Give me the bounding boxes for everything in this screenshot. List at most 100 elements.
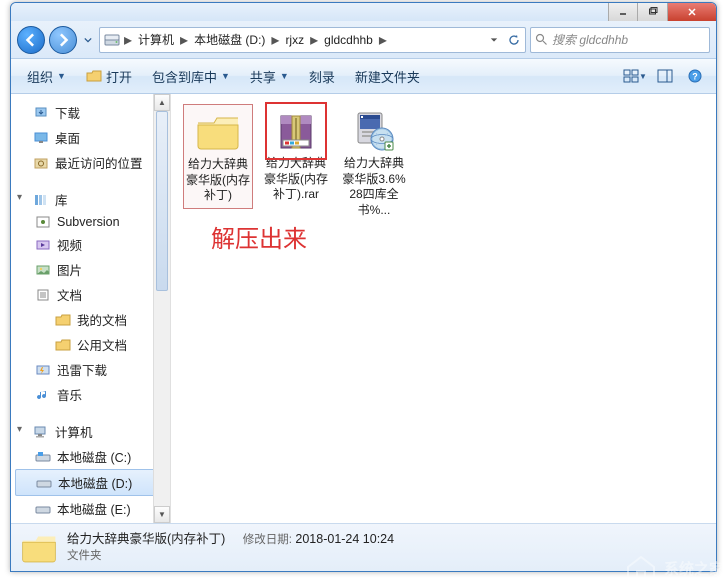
sidebar-label: 本地磁盘 (E:) bbox=[57, 499, 131, 518]
sidebar-label: 最近访问的位置 bbox=[55, 153, 143, 172]
minimize-button[interactable] bbox=[608, 3, 638, 21]
burn-button[interactable]: 刻录 bbox=[301, 63, 343, 90]
sidebar-scrollbar[interactable]: ▲ ▼ bbox=[153, 94, 170, 523]
breadcrumb-arrow[interactable]: ▸ bbox=[122, 30, 134, 50]
open-icon bbox=[86, 69, 102, 83]
desktop-icon bbox=[33, 131, 49, 145]
sidebar-item-downloads[interactable]: 下载 bbox=[11, 100, 170, 125]
view-button[interactable]: ▼ bbox=[622, 65, 648, 87]
status-text: 给力大辞典豪华版(内存补丁) 修改日期: 2018-01-24 10:24 文件… bbox=[67, 531, 394, 565]
scroll-up-icon[interactable]: ▲ bbox=[154, 94, 170, 111]
breadcrumb-seg-drive[interactable]: 本地磁盘 (D:) bbox=[190, 28, 269, 52]
sidebar-item-publicdocs[interactable]: 公用文档 bbox=[11, 332, 170, 357]
sidebar: 下载 桌面 最近访问的位置 ▾ 库 Subversion 视频 bbox=[11, 94, 171, 523]
explorer-window: ▸ 计算机 ▸ 本地磁盘 (D:) ▸ rjxz ▸ gldcdhhb ▸ 搜索… bbox=[10, 2, 717, 572]
maximize-button[interactable] bbox=[638, 3, 668, 21]
drive-icon bbox=[35, 502, 51, 516]
file-item-rar[interactable]: 给力大辞典豪华版(内存补丁).rar bbox=[261, 104, 331, 207]
docs-icon bbox=[35, 288, 51, 302]
sidebar-item-music[interactable]: 音乐 bbox=[11, 382, 170, 407]
include-button[interactable]: 包含到库中▼ bbox=[144, 63, 238, 90]
watermark-text: 系统之家 bbox=[664, 558, 724, 579]
breadcrumb-seg-folder1[interactable]: rjxz bbox=[281, 28, 308, 52]
status-type: 文件夹 bbox=[67, 548, 394, 564]
folder-icon bbox=[193, 109, 243, 155]
file-label: 给力大辞典豪华版(内存补丁).rar bbox=[263, 156, 329, 203]
chevron-down-icon: ▼ bbox=[221, 71, 230, 81]
preview-pane-button[interactable] bbox=[652, 65, 678, 87]
status-folder-icon bbox=[21, 530, 57, 566]
sidebar-label: 我的文档 bbox=[77, 310, 127, 329]
file-item-folder[interactable]: 给力大辞典豪华版(内存补丁) bbox=[183, 104, 253, 209]
sidebar-label: 下载 bbox=[55, 103, 80, 122]
breadcrumb-seg-computer[interactable]: 计算机 bbox=[134, 28, 178, 52]
libraries-icon bbox=[33, 193, 49, 207]
sidebar-computer[interactable]: 计算机 bbox=[11, 419, 170, 444]
download-icon bbox=[33, 106, 49, 120]
sidebar-label: 迅雷下载 bbox=[57, 360, 107, 379]
search-icon bbox=[535, 33, 548, 46]
rar-icon bbox=[271, 108, 321, 154]
annotation-text: 解压出来 bbox=[211, 219, 307, 254]
sidebar-item-desktop[interactable]: 桌面 bbox=[11, 125, 170, 150]
back-button[interactable] bbox=[17, 26, 45, 54]
breadcrumb-arrow[interactable]: ▸ bbox=[377, 30, 389, 50]
chevron-down-icon: ▼ bbox=[280, 71, 289, 81]
sidebar-item-thunder[interactable]: 迅雷下载 bbox=[11, 357, 170, 382]
svg-text:?: ? bbox=[692, 72, 698, 82]
expand-icon[interactable]: ▾ bbox=[17, 192, 22, 203]
main-area: 下载 桌面 最近访问的位置 ▾ 库 Subversion 视频 bbox=[11, 94, 716, 523]
breadcrumb-arrow[interactable]: ▸ bbox=[178, 30, 190, 50]
sidebar-label: 音乐 bbox=[57, 385, 82, 404]
address-row: ▸ 计算机 ▸ 本地磁盘 (D:) ▸ rjxz ▸ gldcdhhb ▸ 搜索… bbox=[11, 21, 716, 59]
svn-icon bbox=[35, 215, 51, 229]
breadcrumb-bar[interactable]: ▸ 计算机 ▸ 本地磁盘 (D:) ▸ rjxz ▸ gldcdhhb ▸ bbox=[99, 27, 526, 53]
watermark: 系统之家 bbox=[624, 553, 724, 583]
nav-history-dropdown[interactable] bbox=[81, 27, 95, 53]
help-button[interactable]: ? bbox=[682, 65, 708, 87]
sidebar-label: Subversion bbox=[57, 215, 120, 229]
sidebar-libraries[interactable]: 库 bbox=[11, 187, 170, 212]
sidebar-drive-e[interactable]: 本地磁盘 (E:) bbox=[11, 496, 170, 521]
thunder-icon bbox=[35, 363, 51, 377]
breadcrumb-tools bbox=[485, 34, 523, 46]
installer-icon bbox=[349, 108, 399, 154]
newfolder-button[interactable]: 新建文件夹 bbox=[347, 63, 428, 90]
folder-icon bbox=[55, 338, 71, 352]
breadcrumb-arrow[interactable]: ▸ bbox=[308, 30, 320, 50]
breadcrumb-arrow[interactable]: ▸ bbox=[269, 30, 281, 50]
breadcrumb-seg-folder2[interactable]: gldcdhhb bbox=[320, 28, 377, 52]
sidebar-item-videos[interactable]: 视频 bbox=[11, 232, 170, 257]
status-bar: 给力大辞典豪华版(内存补丁) 修改日期: 2018-01-24 10:24 文件… bbox=[11, 523, 716, 571]
breadcrumb-dropdown-icon[interactable] bbox=[485, 36, 503, 44]
sidebar-item-subversion[interactable]: Subversion bbox=[11, 212, 170, 232]
sidebar-drive-d[interactable]: 本地磁盘 (D:) bbox=[15, 469, 166, 496]
pictures-icon bbox=[35, 263, 51, 277]
recent-icon bbox=[33, 156, 49, 170]
scroll-down-icon[interactable]: ▼ bbox=[154, 506, 170, 523]
file-label: 给力大辞典豪华版(内存补丁) bbox=[186, 157, 250, 204]
search-box[interactable]: 搜索 gldcdhhb bbox=[530, 27, 710, 53]
forward-button[interactable] bbox=[49, 26, 77, 54]
sidebar-item-pictures[interactable]: 图片 bbox=[11, 257, 170, 282]
expand-icon[interactable]: ▾ bbox=[17, 424, 22, 435]
sidebar-item-mydocs[interactable]: 我的文档 bbox=[11, 307, 170, 332]
sidebar-label: 桌面 bbox=[55, 128, 80, 147]
music-icon bbox=[35, 388, 51, 402]
drive-icon bbox=[35, 450, 51, 464]
sidebar-drive-c[interactable]: 本地磁盘 (C:) bbox=[11, 444, 170, 469]
content-pane[interactable]: 给力大辞典豪华版(内存补丁) 给力大辞典豪华版(内存补丁).rar 给力大辞典豪… bbox=[171, 94, 716, 523]
share-button[interactable]: 共享▼ bbox=[242, 63, 297, 90]
sidebar-item-recent[interactable]: 最近访问的位置 bbox=[11, 150, 170, 175]
sidebar-item-documents[interactable]: 文档 bbox=[11, 282, 170, 307]
organize-button[interactable]: 组织▼ bbox=[19, 63, 74, 90]
close-button[interactable] bbox=[668, 3, 716, 21]
status-modlabel: 修改日期: bbox=[243, 534, 292, 546]
sidebar-label: 本地磁盘 (C:) bbox=[57, 447, 131, 466]
drive-icon bbox=[36, 476, 52, 490]
open-button[interactable]: 打开 bbox=[78, 63, 140, 90]
refresh-icon[interactable] bbox=[505, 34, 523, 46]
titlebar bbox=[11, 3, 716, 21]
scroll-thumb[interactable] bbox=[156, 111, 168, 291]
file-item-exe[interactable]: 给力大辞典豪华版3.6%28四库全书%... bbox=[339, 104, 409, 222]
